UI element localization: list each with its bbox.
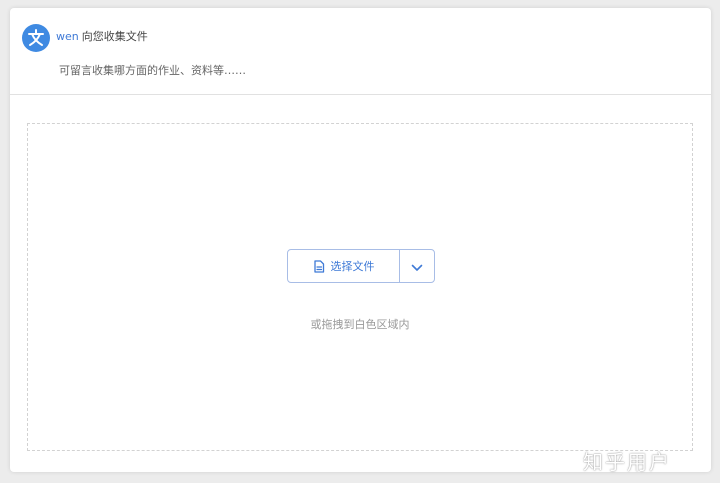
select-file-button-group: 选择文件 [287,249,435,283]
select-file-button[interactable]: 选择文件 [288,250,400,282]
collector-description: 可留言收集哪方面的作业、资料等…… [59,64,246,77]
upload-card: wen 向您收集文件 可留言收集哪方面的作业、资料等…… 选择文件 或拖拽到白色… [10,8,711,472]
select-file-label: 选择文件 [330,260,375,273]
document-icon [313,259,325,273]
chevron-down-icon [411,257,423,276]
collector-user-name[interactable]: wen [56,30,79,43]
file-drop-zone[interactable]: 选择文件 或拖拽到白色区域内 [27,123,693,451]
watermark-text: 知乎用户 [583,450,671,474]
collector-title: wen 向您收集文件 [56,30,148,44]
collector-title-text: 向您收集文件 [81,30,148,43]
collector-header: wen 向您收集文件 可留言收集哪方面的作业、资料等…… [10,8,711,95]
drop-hint-text: 或拖拽到白色区域内 [310,318,410,331]
upload-options-dropdown[interactable] [400,250,434,282]
wen-logo-icon [22,24,50,52]
